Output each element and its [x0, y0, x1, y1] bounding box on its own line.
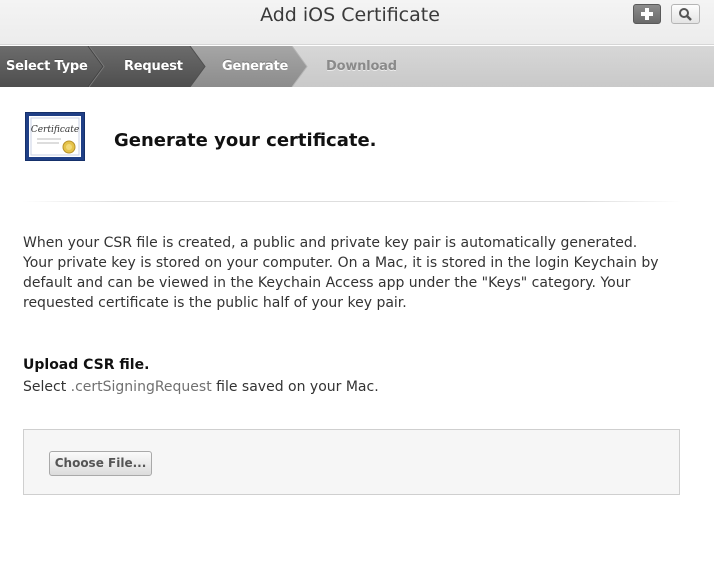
upload-panel: Choose File...: [23, 429, 680, 495]
search-button[interactable]: [671, 4, 700, 24]
upload-sub-suffix: file saved on your Mac.: [211, 379, 379, 395]
divider: [22, 201, 682, 202]
upload-sub-prefix: Select: [23, 379, 71, 395]
step-select-type: Select Type: [6, 59, 88, 74]
page-title: Add iOS Certificate: [260, 4, 440, 26]
progress-steps: Select Type Request Generate Download: [0, 46, 714, 87]
step-request: Request: [124, 59, 183, 74]
step-generate: Generate: [222, 59, 289, 74]
add-button[interactable]: [633, 4, 661, 24]
upload-instructions: Select .certSigningRequest file saved on…: [23, 379, 379, 395]
certificate-icon: Certificate: [25, 112, 85, 161]
plus-icon: [641, 8, 653, 20]
file-extension: .certSigningRequest: [70, 379, 212, 395]
section-heading: Generate your certificate.: [114, 130, 377, 151]
search-icon: [679, 8, 692, 21]
certificate-icon-text: Certificate: [31, 125, 79, 135]
description-text: When your CSR file is created, a public …: [23, 235, 659, 311]
step-download: Download: [326, 59, 397, 74]
choose-file-button[interactable]: Choose File...: [49, 451, 152, 476]
title-bar: Add iOS Certificate: [0, 0, 714, 45]
upload-title: Upload CSR file.: [23, 357, 150, 373]
